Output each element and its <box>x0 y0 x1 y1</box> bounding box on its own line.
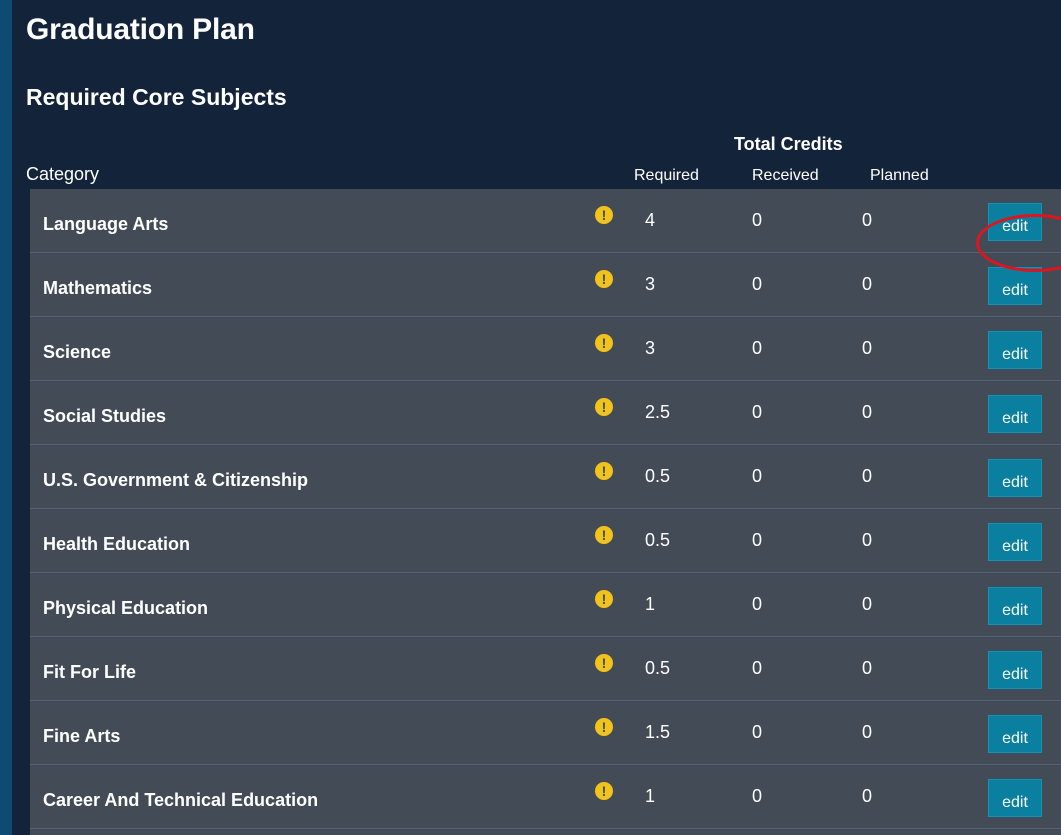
warning-icon: ! <box>595 782 613 800</box>
planned-credits: 0 <box>862 786 873 806</box>
warning-icon: ! <box>595 270 613 288</box>
planned-credits: 0 <box>862 402 873 422</box>
required-credits: 0.5 <box>645 530 671 550</box>
required-credits: 3 <box>645 338 656 358</box>
warning-icon: ! <box>595 462 613 480</box>
planned-credits: 0 <box>862 722 873 742</box>
required-column-header: Required <box>634 167 699 184</box>
category-name: Physical Education <box>43 598 209 618</box>
table-row: U.S. Government & Citizenship! 0.5 0 0 edit <box>30 445 1061 509</box>
edit-button[interactable]: edit <box>988 331 1042 369</box>
category-name: Language Arts <box>43 214 169 234</box>
table-row: Language Arts! 4 0 0 edit <box>30 189 1061 253</box>
warning-icon: ! <box>595 526 613 544</box>
warning-icon: ! <box>595 654 613 672</box>
category-name: Social Studies <box>43 406 167 426</box>
table-row: Physical Education! 1 0 0 edit <box>30 573 1061 637</box>
received-credits: 0 <box>752 786 763 806</box>
planned-credits: 0 <box>862 658 873 678</box>
planned-column-header: Planned <box>870 167 929 184</box>
section-title: Required Core Subjects <box>26 84 287 110</box>
edit-button[interactable]: edit <box>988 523 1042 561</box>
table-row: Mathematics! 3 0 0 edit <box>30 253 1061 317</box>
edit-button[interactable]: edit <box>988 459 1042 497</box>
required-credits: 0.5 <box>645 658 671 678</box>
received-credits: 0 <box>752 722 763 742</box>
planned-credits: 0 <box>862 338 873 358</box>
edit-button[interactable]: edit <box>988 267 1042 305</box>
warning-icon: ! <box>595 334 613 352</box>
warning-icon: ! <box>595 398 613 416</box>
edit-button[interactable]: edit <box>988 587 1042 625</box>
received-credits: 0 <box>752 658 763 678</box>
received-credits: 0 <box>752 338 763 358</box>
received-credits: 0 <box>752 402 763 422</box>
received-column-header: Received <box>752 167 819 184</box>
required-credits: 3 <box>645 274 656 294</box>
required-credits: 1 <box>645 786 656 806</box>
total-credits-header: Total Credits <box>734 134 843 154</box>
required-credits: 1.5 <box>645 722 671 742</box>
required-credits: 1 <box>645 594 656 614</box>
warning-icon: ! <box>595 590 613 608</box>
table-row: Fine Arts! 1.5 0 0 edit <box>30 701 1061 765</box>
table-row: Fit For Life! 0.5 0 0 edit <box>30 637 1061 701</box>
received-credits: 0 <box>752 466 763 486</box>
category-name: Science <box>43 342 112 362</box>
edit-button[interactable]: edit <box>988 779 1042 817</box>
page-title: Graduation Plan <box>26 13 255 46</box>
planned-credits: 0 <box>862 274 873 294</box>
required-credits: 0.5 <box>645 466 671 486</box>
category-name: U.S. Government & Citizenship <box>43 470 309 490</box>
received-credits: 0 <box>752 594 763 614</box>
category-name: Fine Arts <box>43 726 121 746</box>
table-row: Career And Technical Education! 1 0 0 edit <box>30 765 1061 829</box>
category-column-header: Category <box>26 164 100 184</box>
planned-credits: 0 <box>862 210 873 230</box>
required-credits: 2.5 <box>645 402 671 422</box>
received-credits: 0 <box>752 530 763 550</box>
received-credits: 0 <box>752 274 763 294</box>
edit-button[interactable]: edit <box>988 651 1042 689</box>
graduation-plan-panel: Graduation Plan Required Core Subjects T… <box>12 0 1061 835</box>
core-subjects-table: Language Arts! 4 0 0 edit Mathematics! 3 0 0 edit… <box>30 189 1061 835</box>
table-row: Health Education! 0.5 0 0 edit <box>30 509 1061 573</box>
planned-credits: 0 <box>862 466 873 486</box>
warning-icon: ! <box>595 206 613 224</box>
planned-credits: 0 <box>862 530 873 550</box>
required-credits: 4 <box>645 210 656 230</box>
edit-button[interactable]: edit <box>988 203 1042 241</box>
table-row: Science! 3 0 0 edit <box>30 317 1061 381</box>
planned-credits: 0 <box>862 594 873 614</box>
received-credits: 0 <box>752 210 763 230</box>
category-name: Health Education <box>43 534 191 554</box>
edit-button[interactable]: edit <box>988 395 1042 433</box>
warning-icon: ! <box>595 718 613 736</box>
category-name: Mathematics <box>43 278 153 298</box>
category-name: Fit For Life <box>43 662 136 682</box>
edit-button[interactable]: edit <box>988 715 1042 753</box>
category-name: Career And Technical Education <box>43 790 319 810</box>
table-row: Social Studies! 2.5 0 0 edit <box>30 381 1061 445</box>
